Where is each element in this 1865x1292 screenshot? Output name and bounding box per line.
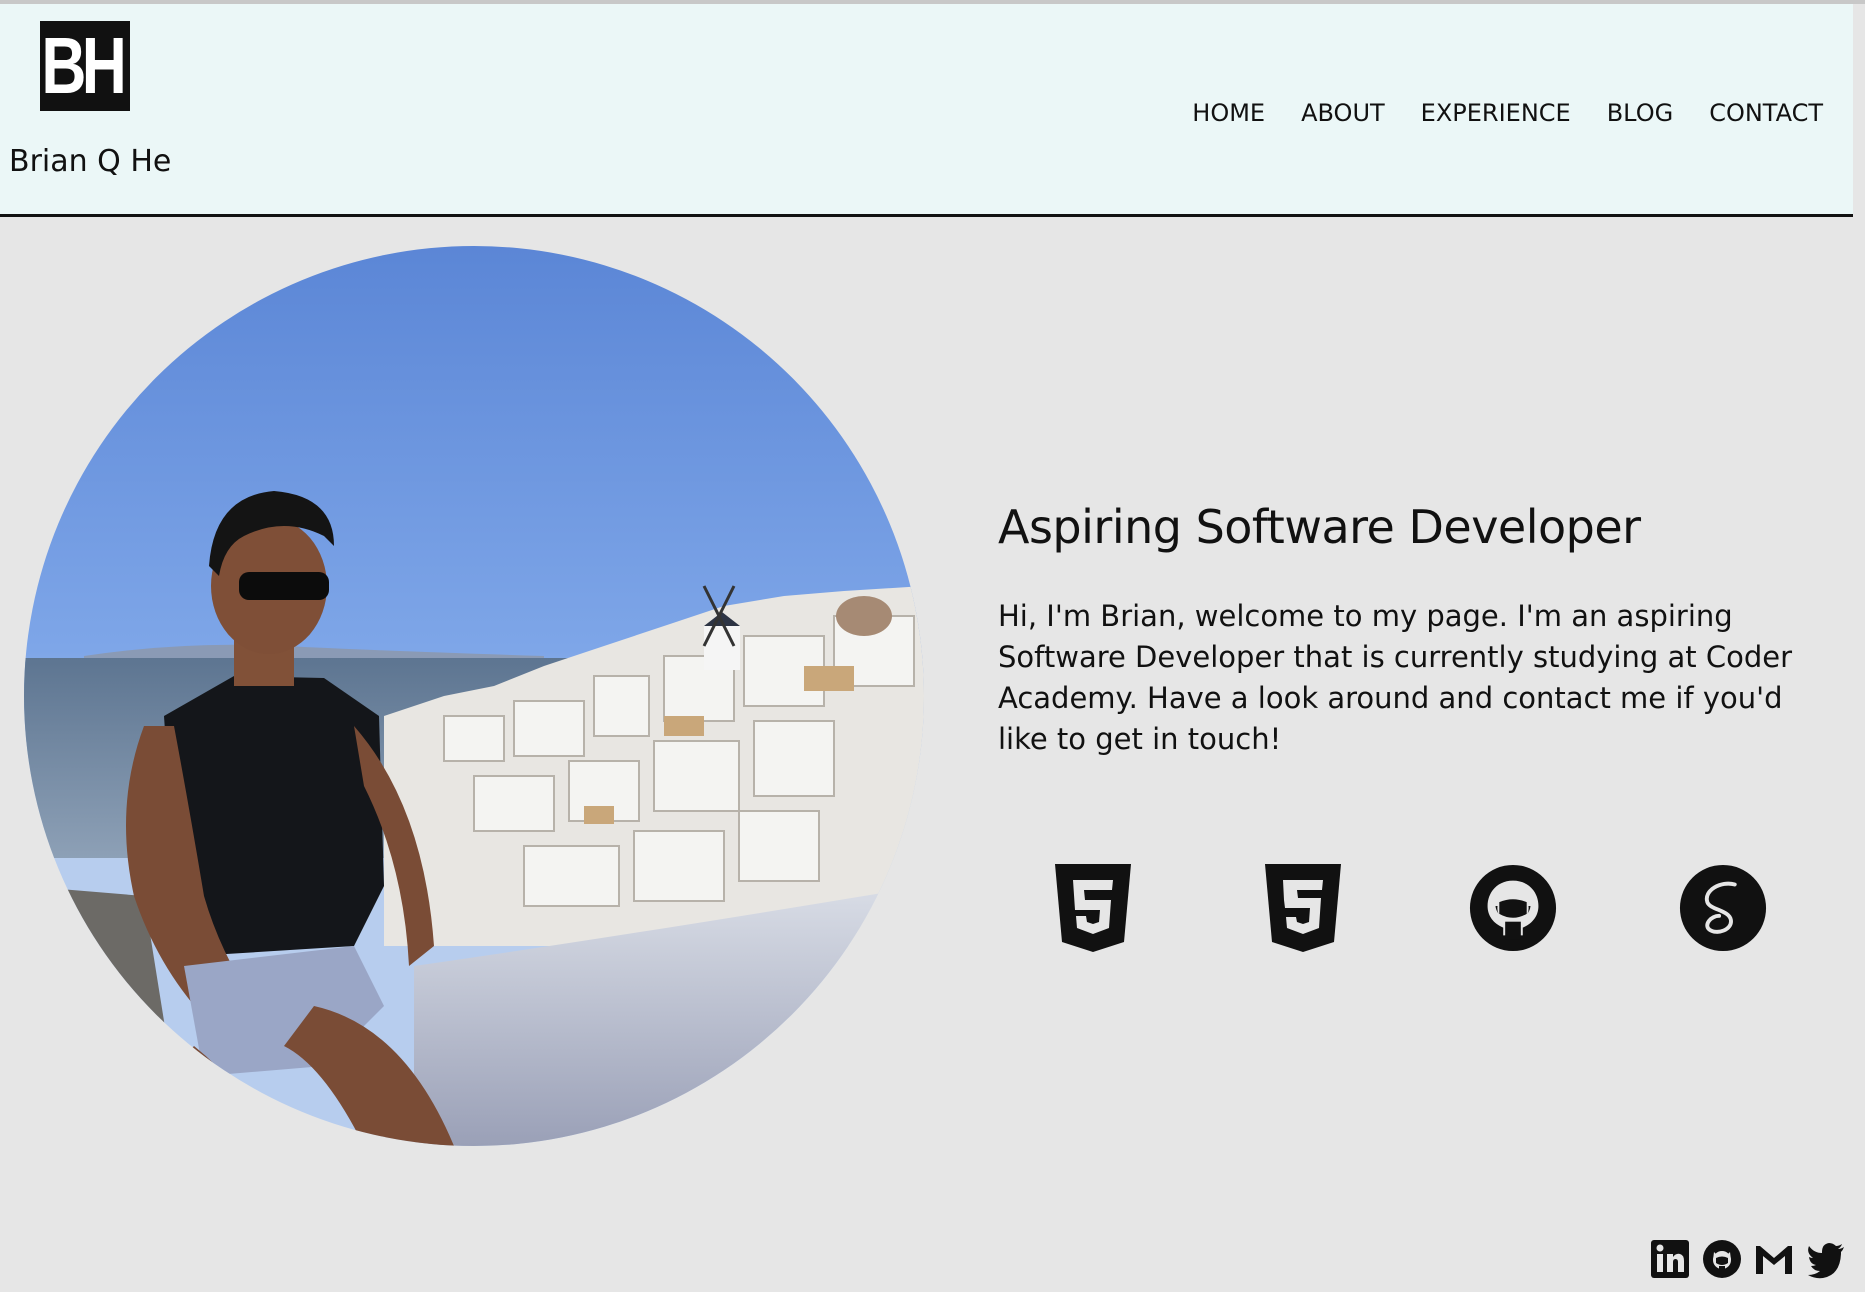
github-social-icon[interactable] — [1701, 1238, 1743, 1280]
github-icon — [1468, 862, 1558, 954]
nav-blog[interactable]: BLOG — [1607, 99, 1673, 127]
social-links — [1649, 1238, 1847, 1280]
intro-text: Hi, I'm Brian, welcome to my page. I'm a… — [998, 599, 1792, 756]
html5-icon — [1048, 862, 1138, 954]
gmail-icon[interactable] — [1753, 1238, 1795, 1280]
profile-photo — [24, 246, 924, 1146]
linkedin-icon[interactable] — [1649, 1238, 1691, 1280]
site-header: BH Brian Q He HOME ABOUT EXPERIENCE BLOG… — [0, 4, 1853, 217]
nav-home[interactable]: HOME — [1192, 99, 1265, 127]
css3-icon — [1258, 862, 1348, 954]
page-heading: Aspiring Software Developer — [998, 500, 1641, 554]
nav-contact[interactable]: CONTACT — [1709, 99, 1823, 127]
intro-section: Aspiring Software Developer Hi, I'm Bria… — [998, 500, 1818, 760]
logo-text: BH — [41, 21, 127, 110]
site-name: Brian Q He — [9, 144, 172, 179]
nav-experience[interactable]: EXPERIENCE — [1421, 99, 1571, 127]
site-logo[interactable]: BH — [40, 21, 130, 111]
tech-icons — [1048, 862, 1768, 954]
sass-icon — [1678, 862, 1768, 954]
main-nav: HOME ABOUT EXPERIENCE BLOG CONTACT — [1192, 99, 1823, 127]
nav-about[interactable]: ABOUT — [1301, 99, 1385, 127]
twitter-icon[interactable] — [1805, 1238, 1847, 1280]
